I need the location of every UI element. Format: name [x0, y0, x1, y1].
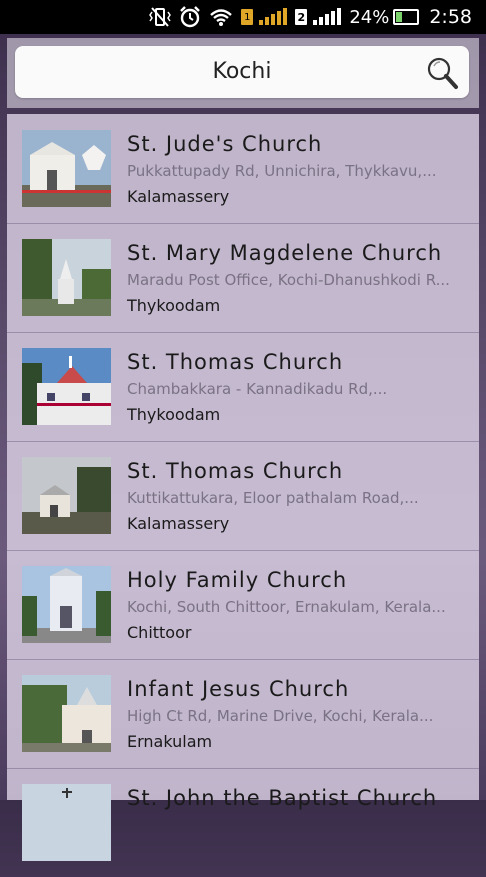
church-area: Ernakulam — [127, 732, 213, 751]
list-item[interactable]: Holy Family Church Kochi, South Chittoor… — [7, 550, 479, 660]
search-bar: Kochi — [7, 38, 479, 108]
church-list: St. Jude's Church Pukkattupady Rd, Unnic… — [7, 114, 479, 861]
search-query: Kochi — [212, 59, 272, 84]
church-address: Pukkattupady Rd, Unnichira, Thykkavu,... — [127, 162, 437, 180]
list-item[interactable]: St. Mary Magdelene Church Maradu Post Of… — [7, 223, 479, 333]
church-address: High Ct Rd, Marine Drive, Kochi, Kerala.… — [127, 707, 434, 725]
list-item[interactable]: St. Thomas Church Kuttikattukara, Eloor … — [7, 441, 479, 551]
church-name: St. Jude's Church — [127, 132, 323, 156]
church-area: Kalamassery — [127, 514, 230, 533]
church-thumbnail — [22, 566, 111, 643]
church-name: St. John the Baptist Church — [127, 786, 438, 810]
church-thumbnail — [22, 130, 111, 207]
wifi-icon — [209, 7, 233, 27]
church-address: Kochi, South Chittoor, Ernakulam, Kerala… — [127, 598, 446, 616]
church-thumbnail — [22, 348, 111, 425]
church-name: St. Thomas Church — [127, 350, 344, 374]
church-thumbnail — [22, 239, 111, 316]
sim2-icon: 2 — [295, 9, 308, 25]
sim1-icon: 1 — [241, 9, 254, 25]
church-area: Chittoor — [127, 623, 192, 642]
church-name: Infant Jesus Church — [127, 677, 350, 701]
church-address: Maradu Post Office, Kochi-Dhanushkodi R.… — [127, 271, 450, 289]
church-name: St. Thomas Church — [127, 459, 344, 483]
search-icon[interactable] — [425, 56, 459, 90]
status-bar: 1 2 24% 2:58 — [0, 0, 486, 34]
church-area: Thykoodam — [127, 405, 221, 424]
battery-icon — [393, 9, 420, 25]
sim2-signal-icon — [313, 8, 342, 25]
church-thumbnail — [22, 457, 111, 534]
sim1-signal-icon — [259, 8, 288, 25]
church-area: Kalamassery — [127, 187, 230, 206]
church-address: Kuttikattukara, Eloor pathalam Road,... — [127, 489, 419, 507]
search-input[interactable]: Kochi — [15, 46, 469, 98]
battery-percent: 24% — [349, 6, 390, 28]
church-name: St. Mary Magdelene Church — [127, 241, 443, 265]
list-item[interactable]: St. Thomas Church Chambakkara - Kannadik… — [7, 332, 479, 442]
alarm-icon — [179, 6, 201, 28]
church-thumbnail — [22, 784, 111, 861]
list-item[interactable]: St. John the Baptist Church — [7, 768, 479, 877]
clock: 2:58 — [429, 6, 472, 28]
church-thumbnail — [22, 675, 111, 752]
list-item[interactable]: Infant Jesus Church High Ct Rd, Marine D… — [7, 659, 479, 769]
church-address: Chambakkara - Kannadikadu Rd,... — [127, 380, 388, 398]
vibrate-icon — [149, 7, 172, 27]
list-item[interactable]: St. Jude's Church Pukkattupady Rd, Unnic… — [7, 114, 479, 224]
church-name: Holy Family Church — [127, 568, 348, 592]
church-area: Thykoodam — [127, 296, 221, 315]
